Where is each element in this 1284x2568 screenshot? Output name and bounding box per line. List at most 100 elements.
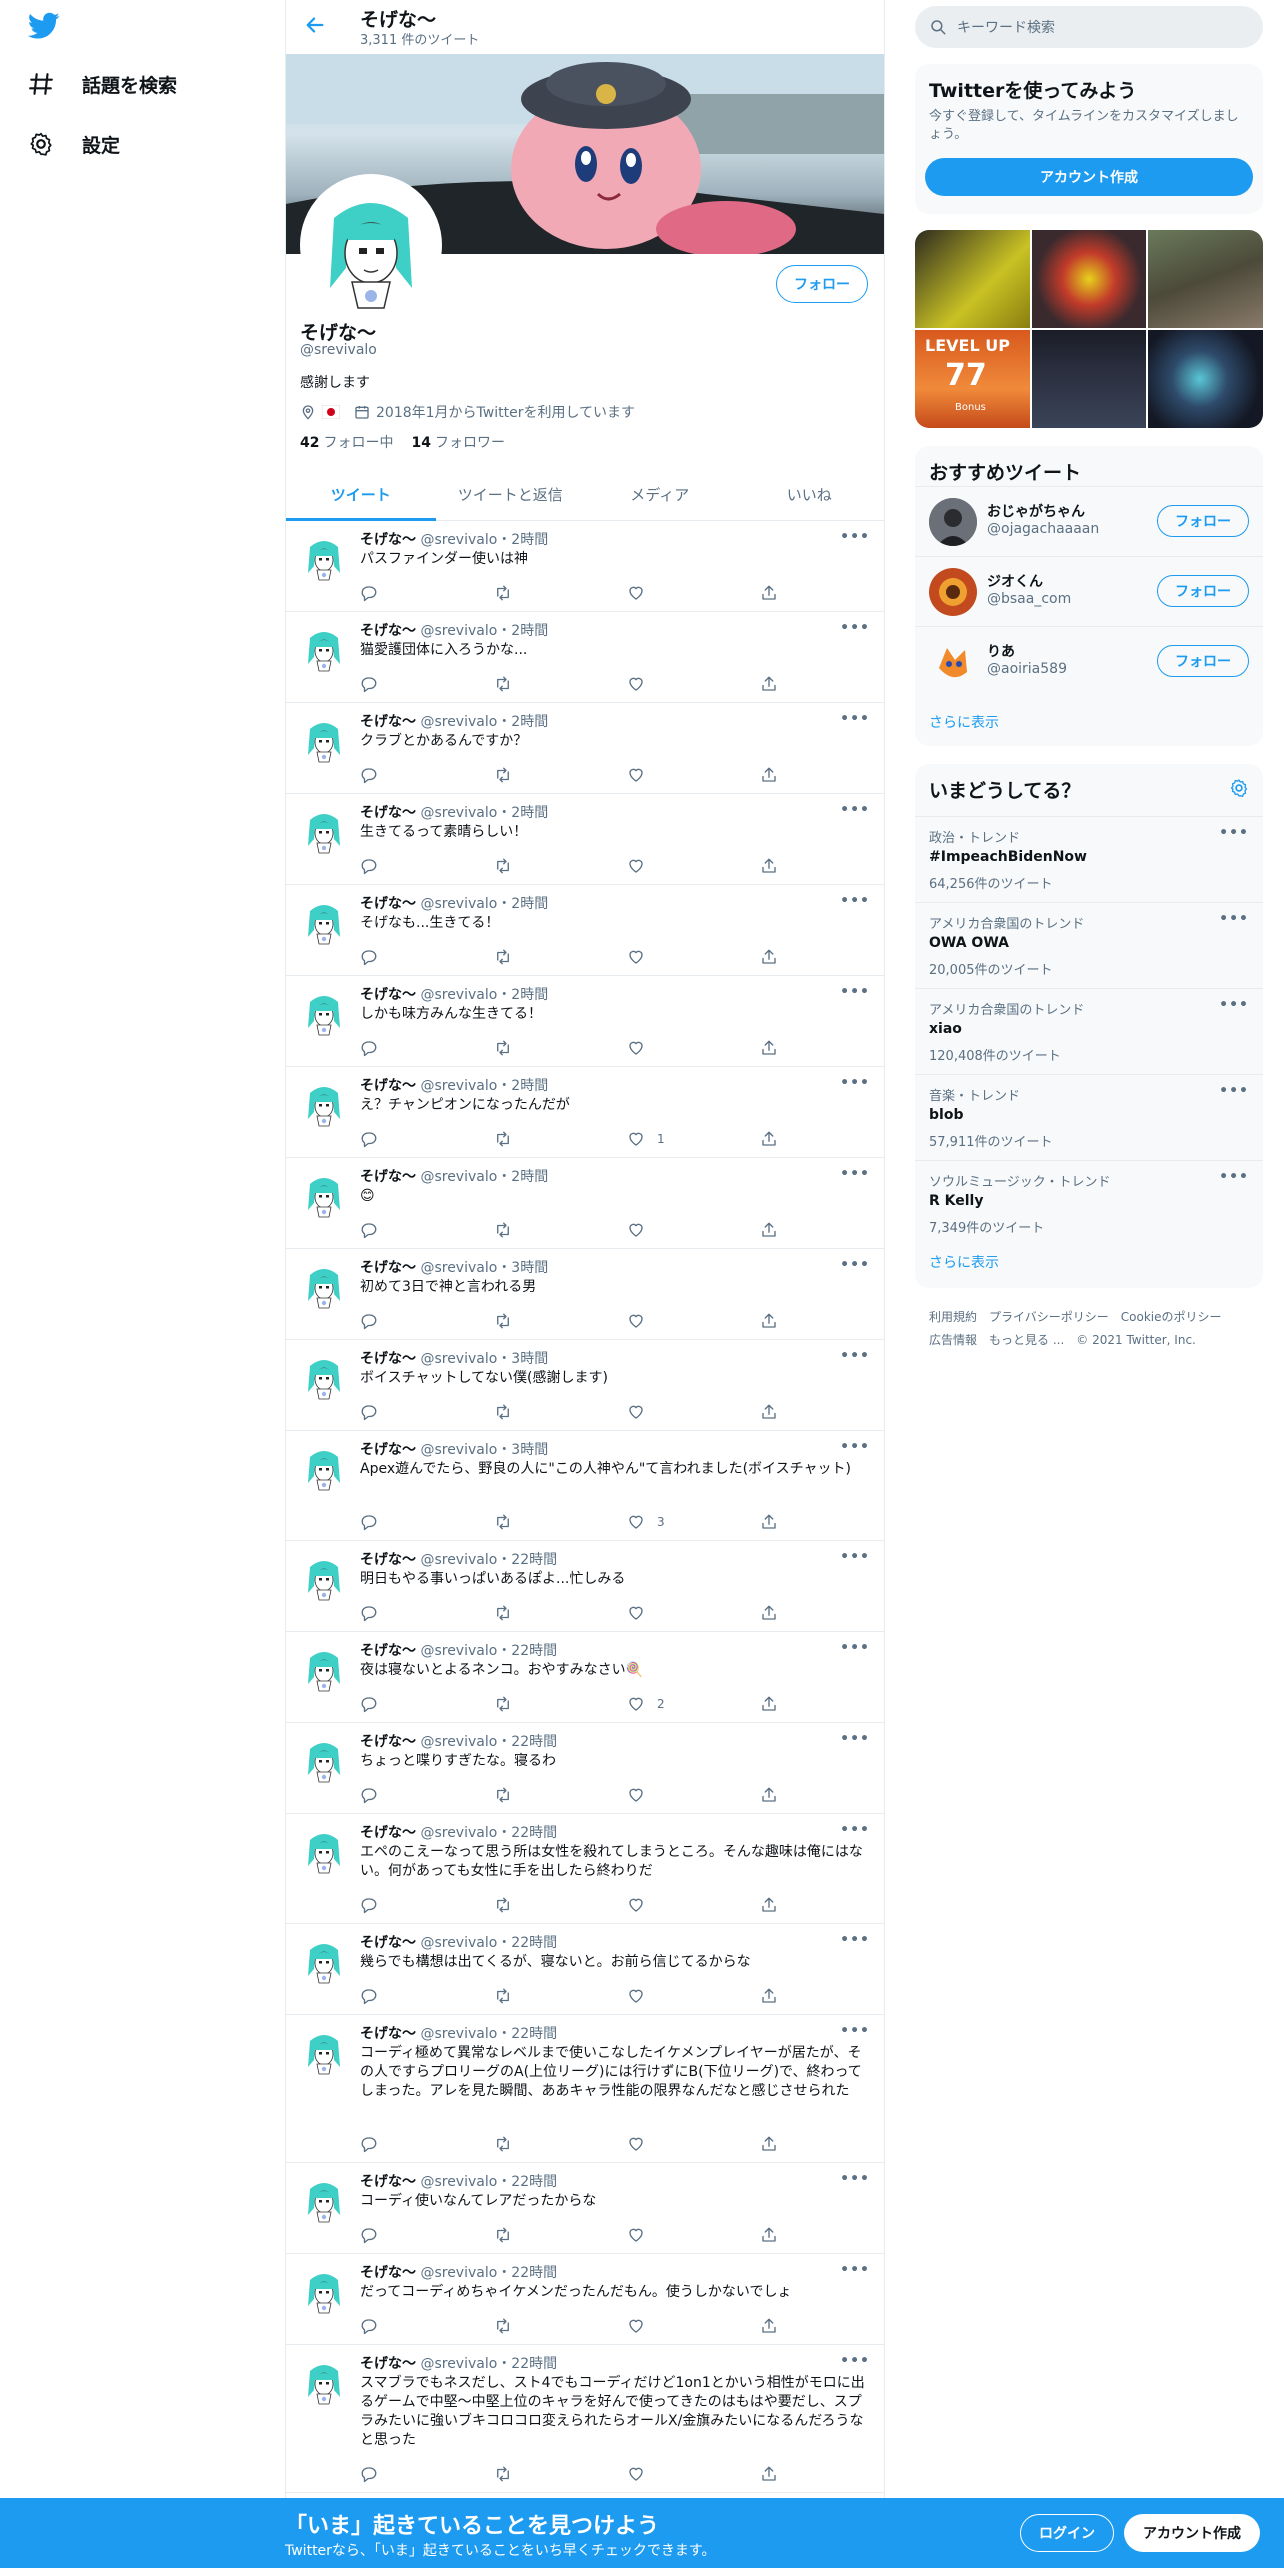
follow-button[interactable]: フォロー	[776, 265, 868, 303]
share-button[interactable]	[760, 1894, 800, 1916]
reply-button[interactable]	[360, 1693, 493, 1715]
like-button[interactable]	[627, 855, 760, 877]
more-options-icon[interactable]: •••	[1219, 911, 1249, 927]
like-button[interactable]: 3	[627, 1511, 760, 1533]
more-options-icon[interactable]: •••	[840, 1257, 870, 1273]
more-options-icon[interactable]: •••	[840, 893, 870, 909]
reply-button[interactable]	[360, 673, 493, 695]
more-options-icon[interactable]: •••	[1219, 825, 1249, 841]
reply-button[interactable]	[360, 1128, 493, 1150]
avatar[interactable]	[300, 2266, 348, 2314]
recommended-user[interactable]: ジオくん @bsaa_com フォロー	[915, 556, 1263, 626]
trends-show-more[interactable]: さらに表示	[929, 1252, 999, 1272]
more-options-icon[interactable]: •••	[840, 2171, 870, 2187]
tweet[interactable]: そげな〜 @srevivalo・22時間 ••• コーディ極めて異常なレベルまで使い…	[286, 2015, 884, 2163]
tweet-author-name[interactable]: そげな〜	[360, 2174, 416, 2190]
like-button[interactable]	[627, 582, 760, 604]
like-button[interactable]	[627, 1985, 760, 2007]
like-button[interactable]	[627, 1602, 760, 1624]
like-button[interactable]	[627, 1037, 760, 1059]
retweet-button[interactable]	[493, 1784, 626, 1806]
tweet-author-name[interactable]: そげな〜	[360, 532, 416, 548]
more-options-icon[interactable]: •••	[840, 1348, 870, 1364]
tweet[interactable]: そげな〜 @srevivalo・2時間 ••• 生きてるって素晴らしい！	[286, 794, 884, 885]
avatar[interactable]	[300, 897, 348, 945]
retweet-button[interactable]	[493, 582, 626, 604]
share-button[interactable]	[760, 764, 800, 786]
retweet-button[interactable]	[493, 1602, 626, 1624]
reply-button[interactable]	[360, 855, 493, 877]
more-options-icon[interactable]: •••	[840, 2023, 870, 2039]
footer-link[interactable]: Cookieのポリシー	[1121, 1306, 1222, 1329]
login-button[interactable]: ログイン	[1020, 2514, 1114, 2552]
retweet-button[interactable]	[493, 1401, 626, 1423]
reply-button[interactable]	[360, 1985, 493, 2007]
retweet-button[interactable]	[493, 1985, 626, 2007]
tweet-author-name[interactable]: そげな〜	[360, 805, 416, 821]
share-button[interactable]	[760, 1511, 800, 1533]
more-options-icon[interactable]: •••	[840, 1731, 870, 1747]
more-options-icon[interactable]: •••	[840, 802, 870, 818]
share-button[interactable]	[760, 2224, 800, 2246]
avatar[interactable]	[300, 2027, 348, 2075]
tweet[interactable]: そげな〜 @srevivalo・22時間 ••• 明日もやる事いっぱいあるぽよ...…	[286, 1541, 884, 1632]
follow-button[interactable]: フォロー	[1157, 505, 1249, 537]
tweet[interactable]: そげな〜 @srevivalo・22時間 ••• 幾らでも構想は出てくるが、寝ないと…	[286, 1924, 884, 2015]
like-button[interactable]	[627, 946, 760, 968]
more-options-icon[interactable]: •••	[840, 1166, 870, 1182]
trend-item[interactable]: アメリカ合衆国のトレンド xiao 120,408件のツイート •••	[915, 988, 1263, 1074]
media-thumbnail[interactable]	[915, 230, 1030, 328]
twitter-logo-icon[interactable]	[28, 12, 60, 40]
footer-link[interactable]: 利用規約	[929, 1306, 977, 1329]
tweet-author-name[interactable]: そげな〜	[360, 1260, 416, 1276]
avatar[interactable]	[300, 1443, 348, 1491]
avatar[interactable]	[300, 1553, 348, 1601]
avatar[interactable]	[300, 533, 348, 581]
share-button[interactable]	[760, 582, 800, 604]
tab-tweets[interactable]: ツイート	[286, 468, 436, 521]
retweet-button[interactable]	[493, 2463, 626, 2485]
trend-item[interactable]: 音楽・トレンド blob 57,911件のツイート •••	[915, 1074, 1263, 1160]
avatar[interactable]	[300, 1826, 348, 1874]
share-button[interactable]	[760, 1310, 800, 1332]
reply-button[interactable]	[360, 2133, 493, 2155]
recommended-show-more[interactable]: さらに表示	[929, 712, 999, 732]
more-options-icon[interactable]: •••	[840, 1932, 870, 1948]
avatar[interactable]	[300, 1644, 348, 1692]
tweet-author-name[interactable]: そげな〜	[360, 1552, 416, 1568]
more-options-icon[interactable]: •••	[840, 620, 870, 636]
avatar[interactable]	[300, 1352, 348, 1400]
like-button[interactable]	[627, 2133, 760, 2155]
more-options-icon[interactable]: •••	[840, 1439, 870, 1455]
tweet-author-name[interactable]: そげな〜	[360, 896, 416, 912]
avatar[interactable]	[300, 1170, 348, 1218]
reply-button[interactable]	[360, 2224, 493, 2246]
share-button[interactable]	[760, 1602, 800, 1624]
like-button[interactable]: 2	[627, 1693, 760, 1715]
reply-button[interactable]	[360, 2463, 493, 2485]
tweet[interactable]: そげな〜 @srevivalo・2時間 ••• え？チャンピオンになったんだが 1	[286, 1067, 884, 1158]
nav-item-settings[interactable]: 設定	[28, 124, 120, 164]
more-options-icon[interactable]: •••	[840, 2353, 870, 2369]
retweet-button[interactable]	[493, 1037, 626, 1059]
more-options-icon[interactable]: •••	[840, 1549, 870, 1565]
reply-button[interactable]	[360, 582, 493, 604]
retweet-button[interactable]	[493, 855, 626, 877]
avatar[interactable]	[300, 1079, 348, 1127]
tweet[interactable]: そげな〜 @srevivalo・2時間 ••• しかも味方みんな生きてる！	[286, 976, 884, 1067]
tweet[interactable]: そげな〜 @srevivalo・3時間 ••• ボイスチャットしてない僕(感謝します…	[286, 1340, 884, 1431]
avatar[interactable]	[300, 988, 348, 1036]
more-options-icon[interactable]: •••	[840, 2262, 870, 2278]
tweet-author-name[interactable]: そげな〜	[360, 1825, 416, 1841]
followers-link[interactable]: 14 フォロワー	[411, 435, 504, 451]
reply-button[interactable]	[360, 1401, 493, 1423]
tweet[interactable]: そげな〜 @srevivalo・3時間 ••• 初めて3日で神と言われる男	[286, 1249, 884, 1340]
more-options-icon[interactable]: •••	[840, 1075, 870, 1091]
share-button[interactable]	[760, 1128, 800, 1150]
reply-button[interactable]	[360, 1310, 493, 1332]
retweet-button[interactable]	[493, 2133, 626, 2155]
reply-button[interactable]	[360, 1511, 493, 1533]
tweet-author-name[interactable]: そげな〜	[360, 987, 416, 1003]
media-thumbnail[interactable]: LEVEL UP 77 Bonus	[915, 330, 1030, 428]
like-button[interactable]	[627, 1784, 760, 1806]
